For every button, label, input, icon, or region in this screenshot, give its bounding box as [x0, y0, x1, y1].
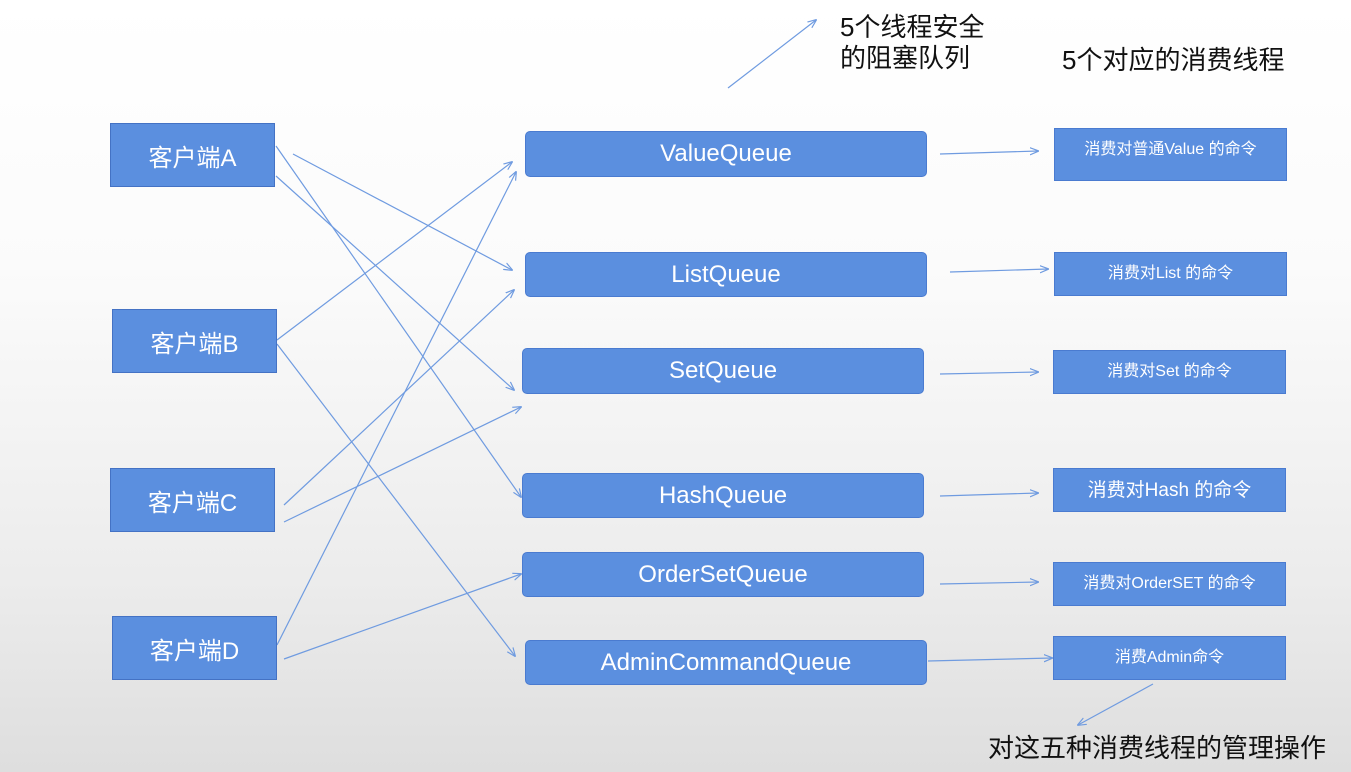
arrow-hashqueue-consumer [939, 493, 1038, 496]
consumer-list: 消费对List 的命令 [1054, 252, 1287, 296]
queue-value: ValueQueue [525, 131, 927, 177]
consumer-orderset: 消费对OrderSET 的命令 [1053, 562, 1286, 606]
arrow-a-listqueue [292, 153, 512, 270]
client-b-box: 客户端B [112, 309, 277, 373]
consumer-admin: 消费Admin命令 [1053, 636, 1286, 680]
arrow-adminqueue-consumer [927, 658, 1052, 661]
queues-note: 5个线程安全 的阻塞队列 [840, 12, 985, 73]
admin-note: 对这五种消费线程的管理操作 [988, 733, 1327, 763]
consumer-set: 消费对Set 的命令 [1053, 350, 1286, 394]
client-a-box: 客户端A [110, 123, 275, 187]
client-c-box: 客户端C [110, 468, 275, 532]
queue-list: ListQueue [525, 252, 927, 297]
arrow-queues-note [727, 20, 816, 89]
arrow-listqueue-consumer [949, 269, 1048, 272]
arrow-admin-note [1078, 683, 1154, 725]
arrow-valuequeue-consumer [939, 151, 1038, 154]
queue-hash: HashQueue [522, 473, 924, 518]
queue-admincommand: AdminCommandQueue [525, 640, 927, 685]
queue-set: SetQueue [522, 348, 924, 394]
consumers-note: 5个对应的消费线程 [1062, 45, 1285, 75]
arrow-setqueue-consumer [939, 372, 1038, 374]
arrow-b-adminqueue [276, 343, 515, 656]
queue-orderset: OrderSetQueue [522, 552, 924, 597]
arrow-d-valuequeue [276, 172, 516, 646]
consumer-hash: 消费对Hash 的命令 [1053, 468, 1286, 512]
client-d-box: 客户端D [112, 616, 277, 680]
arrow-c-setqueue [283, 407, 521, 523]
arrow-a-hashqueue [275, 145, 521, 497]
consumer-value: 消费对普通Value 的命令 [1054, 128, 1287, 181]
arrow-ordersetqueue-consumer [939, 582, 1038, 584]
